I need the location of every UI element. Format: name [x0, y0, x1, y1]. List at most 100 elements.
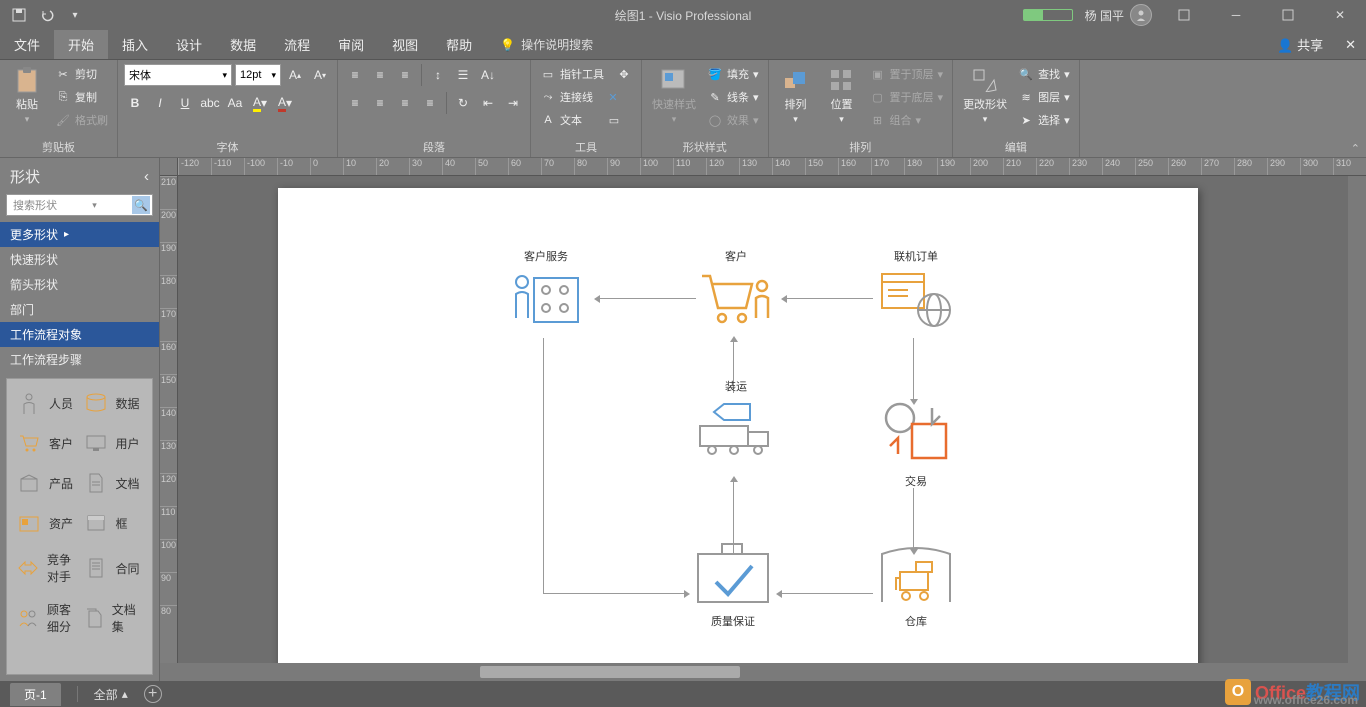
all-pages-button[interactable]: 全部 ▴ [94, 686, 128, 703]
shrink-font-button[interactable]: A▾ [309, 64, 331, 86]
shape-document[interactable]: 文档 [80, 465, 147, 501]
shape-customer-segment[interactable]: 顾客细分 [13, 595, 80, 641]
tab-process[interactable]: 流程 [270, 30, 324, 59]
ribbon-mode-icon[interactable] [1164, 0, 1204, 30]
text-direction-button[interactable]: A↓ [477, 64, 499, 86]
shape-data[interactable]: 数据 [80, 385, 147, 421]
close-pane-button[interactable]: ✕ [1345, 37, 1356, 53]
decrease-indent-button[interactable]: ⇤ [477, 92, 499, 114]
stencil-workflow-steps[interactable]: 工作流程步骤 [0, 347, 159, 372]
justify-button[interactable]: ≡ [419, 92, 441, 114]
change-shape-button[interactable]: 更改形状▾ [959, 64, 1011, 127]
font-size-combo[interactable]: 12pt▾ [235, 64, 281, 86]
bullets-button[interactable]: ☰ [452, 64, 474, 86]
bold-button[interactable]: B [124, 92, 146, 114]
tell-me-search[interactable]: 💡 操作说明搜索 [500, 30, 593, 59]
node-customer-service[interactable]: 客户服务 [508, 248, 584, 335]
orientation-button[interactable]: ↕ [427, 64, 449, 86]
line-button[interactable]: ✎线条 ▾ [704, 87, 762, 107]
bring-front-button[interactable]: ▣置于顶层 ▾ [867, 64, 947, 84]
connection-point-icon[interactable]: ✕ [605, 89, 621, 105]
connector-tool-button[interactable]: ⤳连接线 ✕ [537, 87, 624, 107]
tab-data[interactable]: 数据 [216, 30, 270, 59]
node-customer[interactable]: 客户 [698, 248, 774, 335]
node-warehouse[interactable]: 仓库 [876, 538, 956, 633]
horizontal-scrollbar[interactable] [160, 663, 1366, 681]
undo-icon[interactable] [38, 6, 56, 24]
fill-button[interactable]: 🪣填充 ▾ [704, 64, 762, 84]
select-button[interactable]: ➤选择 ▾ [1015, 110, 1073, 130]
tab-help[interactable]: 帮助 [432, 30, 486, 59]
shape-frame[interactable]: 框 [80, 505, 147, 541]
shape-customer[interactable]: 客户 [13, 425, 80, 461]
stencil-workflow-objects[interactable]: 工作流程对象 [0, 322, 159, 347]
close-button[interactable]: ✕ [1320, 0, 1360, 30]
vertical-scrollbar[interactable] [1348, 176, 1366, 663]
collapse-ribbon-button[interactable]: ⌃ [1351, 142, 1360, 155]
search-shapes-input[interactable]: 搜索形状 ▾ 🔍 [6, 194, 153, 216]
tab-review[interactable]: 审阅 [324, 30, 378, 59]
shape-product[interactable]: 产品 [13, 465, 80, 501]
shape-person[interactable]: 人员 [13, 385, 80, 421]
save-icon[interactable] [10, 6, 28, 24]
search-icon[interactable]: 🔍 [132, 196, 150, 214]
find-button[interactable]: 🔍查找 ▾ [1015, 64, 1073, 84]
shape-contract[interactable]: 合同 [80, 545, 147, 591]
node-shipping[interactable]: 装运 [694, 378, 778, 465]
connector[interactable] [596, 298, 696, 299]
underline-button[interactable]: U [174, 92, 196, 114]
align-right-button[interactable]: ≡ [394, 92, 416, 114]
text-tool-button[interactable]: A文本 ▭ [537, 110, 625, 130]
node-online-order[interactable]: 联机订单 [878, 248, 954, 335]
arrange-button[interactable]: 排列▾ [775, 64, 817, 127]
align-center-button[interactable]: ≡ [369, 92, 391, 114]
effects-button[interactable]: ◯效果 ▾ [704, 110, 762, 130]
tab-insert[interactable]: 插入 [108, 30, 162, 59]
cut-button[interactable]: ✂剪切 [52, 64, 111, 84]
group-button[interactable]: ⊞组合 ▾ [867, 110, 947, 130]
tab-home[interactable]: 开始 [54, 30, 108, 59]
align-left-button[interactable]: ≡ [344, 92, 366, 114]
connector[interactable] [913, 338, 914, 403]
font-name-combo[interactable]: 宋体▾ [124, 64, 232, 86]
collapse-shapes-icon[interactable]: ‹ [144, 168, 149, 185]
shape-competitor[interactable]: 竞争对手 [13, 545, 80, 591]
shape-document-set[interactable]: 文档集 [80, 595, 147, 641]
quick-styles-button[interactable]: 快速样式▾ [648, 64, 700, 127]
canvas-scroll[interactable]: 客户服务 客户 联机订单 装运 [178, 176, 1366, 663]
stencil-quick-shapes[interactable]: 快速形状 [0, 247, 159, 272]
send-back-button[interactable]: ▢置于底层 ▾ [867, 87, 947, 107]
copy-button[interactable]: ⎘复制 [52, 87, 111, 107]
position-button[interactable]: 位置▾ [821, 64, 863, 127]
minimize-button[interactable]: ─ [1216, 0, 1256, 30]
stencil-more-shapes[interactable]: 更多形状▸ [0, 222, 159, 247]
qat-more-icon[interactable]: ▾ [66, 6, 84, 24]
maximize-button[interactable] [1268, 0, 1308, 30]
italic-button[interactable]: I [149, 92, 171, 114]
connector[interactable] [783, 298, 873, 299]
text-case-button[interactable]: Aa [224, 92, 246, 114]
connector[interactable] [543, 593, 688, 594]
stencil-department[interactable]: 部门 [0, 297, 159, 322]
pointer-tool-button[interactable]: ▭指针工具 ✥ [537, 64, 635, 84]
shape-user[interactable]: 用户 [80, 425, 147, 461]
strikethrough-button[interactable]: abc [199, 92, 221, 114]
text-block-icon[interactable]: ▭ [606, 112, 622, 128]
share-button[interactable]: 👤 共享 [1277, 35, 1323, 54]
tab-design[interactable]: 设计 [162, 30, 216, 59]
crop-icon[interactable]: ✥ [616, 66, 632, 82]
align-top-button[interactable]: ≡ [344, 64, 366, 86]
tab-view[interactable]: 视图 [378, 30, 432, 59]
connector[interactable] [543, 338, 544, 593]
node-quality[interactable]: 质量保证 [692, 538, 774, 633]
node-transaction[interactable]: 交易 [878, 398, 954, 493]
highlight-button[interactable]: A▾ [249, 92, 271, 114]
user-area[interactable]: 杨 国平 [1085, 4, 1152, 26]
format-painter-button[interactable]: 🖌格式刷 [52, 110, 111, 130]
add-page-button[interactable]: + [144, 685, 162, 703]
grow-font-button[interactable]: A▴ [284, 64, 306, 86]
connector[interactable] [778, 593, 873, 594]
font-color-button[interactable]: A▾ [274, 92, 296, 114]
drawing-page[interactable]: 客户服务 客户 联机订单 装运 [278, 188, 1198, 663]
stencil-arrow-shapes[interactable]: 箭头形状 [0, 272, 159, 297]
